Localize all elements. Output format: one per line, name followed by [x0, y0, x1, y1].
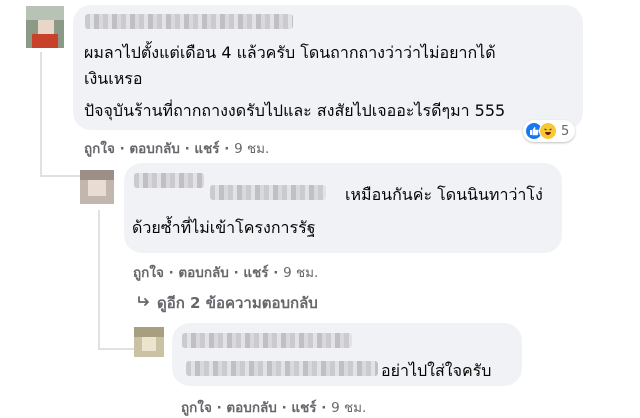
- timestamp[interactable]: 9 ชม.: [331, 400, 366, 416]
- reply-link[interactable]: ตอบกลับ: [129, 141, 179, 157]
- share-link[interactable]: แชร์: [194, 141, 219, 157]
- comment-text-line: ปัจจุบันร้านที่ถากถางงดรับไปและ สงสัยไปเ…: [84, 101, 506, 120]
- timestamp[interactable]: 9 ชม.: [283, 265, 318, 281]
- tagged-name[interactable]: [210, 185, 326, 200]
- comment-bubble: ผมลาไปตั้งแต่เดือน 4 แล้วครับ โดนถากถางว…: [73, 5, 583, 130]
- commenter-name[interactable]: [182, 333, 352, 348]
- reply-text-line: ด้วยซ้ำที่ไม่เข้าโครงการรัฐ: [132, 218, 316, 237]
- like-link[interactable]: ถูกใจ: [133, 265, 164, 281]
- comment-actions: ถูกใจ · ตอบกลับ · แชร์ · 9 ชม.: [84, 141, 270, 157]
- commenter-name[interactable]: [85, 14, 293, 29]
- comment-text-line: ผมลาไปตั้งแต่เดือน 4 แล้วครับ โดนถากถางว…: [84, 43, 496, 62]
- thread-line-reply-elbow: [98, 348, 134, 350]
- reply-text-line: เหมือนกันค่ะ โดนนินทาว่าโง่: [345, 185, 543, 204]
- thread-line-main: [40, 52, 42, 177]
- reply-actions: ถูกใจ · ตอบกลับ · แชร์ · 9 ชม.: [133, 265, 319, 281]
- timestamp[interactable]: 9 ชม.: [234, 141, 269, 157]
- reply-bubble: อย่าไปใส่ใจครับ: [172, 323, 522, 386]
- avatar[interactable]: [134, 327, 164, 357]
- comment-text-line: เงินเหรอ: [84, 69, 143, 88]
- avatar[interactable]: [26, 6, 64, 48]
- view-more-replies-link[interactable]: ดูอีก 2 ข้อความตอบกลับ: [137, 291, 318, 315]
- reaction-count: 5: [561, 123, 570, 139]
- tagged-name[interactable]: [186, 361, 378, 376]
- reply-actions: ถูกใจ · ตอบกลับ · แชร์ · 9 ชม.: [181, 400, 367, 416]
- reply-arrow-icon: [137, 294, 151, 312]
- view-more-replies-label: ดูอีก 2 ข้อความตอบกลับ: [157, 294, 318, 312]
- avatar[interactable]: [80, 170, 114, 204]
- reply-link[interactable]: ตอบกลับ: [178, 265, 228, 281]
- like-link[interactable]: ถูกใจ: [84, 141, 115, 157]
- reaction-summary[interactable]: 5: [523, 120, 576, 142]
- reply-link[interactable]: ตอบกลับ: [226, 400, 276, 416]
- share-link[interactable]: แชร์: [243, 265, 268, 281]
- commenter-name[interactable]: [134, 173, 204, 188]
- reply-bubble: เหมือนกันค่ะ โดนนินทาว่าโง่ ด้วยซ้ำที่ไม…: [124, 163, 562, 253]
- haha-icon: [539, 122, 557, 140]
- share-link[interactable]: แชร์: [291, 400, 316, 416]
- reply-text-line: อย่าไปใส่ใจครับ: [381, 361, 492, 380]
- thread-line-reply: [98, 210, 100, 350]
- like-link[interactable]: ถูกใจ: [181, 400, 212, 416]
